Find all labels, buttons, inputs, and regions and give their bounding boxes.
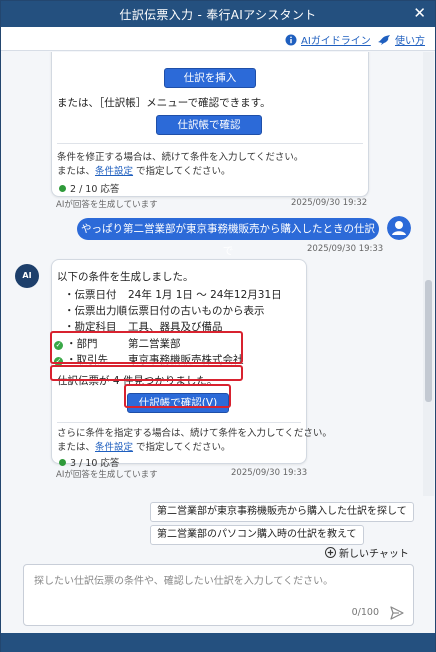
info-icon <box>285 34 297 45</box>
more-hint-text: さらに条件を指定する場合は、続けて条件を入力してください。 <box>57 428 332 439</box>
chat-input-placeholder: 探したい仕訳伝票の条件や、確認したい仕訳を入力してください。 <box>34 576 334 587</box>
new-chat-label: 新しいチャット <box>339 549 409 560</box>
condition-key: 伝票出力順 <box>74 305 128 317</box>
modify-hint-text: 条件を修正する場合は、続けて条件を入力してください。 <box>57 152 304 163</box>
condition-key: 伝票日付 <box>74 289 117 301</box>
insert-journal-button[interactable]: 仕訳を挿入 <box>164 68 256 88</box>
highlight-found-box <box>50 365 243 381</box>
result-intro: 以下の条件を生成しました。 <box>57 271 194 283</box>
condition-value: 伝票日付の古いものから表示 <box>128 305 265 317</box>
bird-icon <box>378 34 390 45</box>
menu-hint-text: または、［仕訳帳］メニューで確認できます。 <box>57 97 271 109</box>
close-icon[interactable]: ✕ <box>413 4 426 22</box>
user-avatar-icon <box>387 216 411 240</box>
title-bar: 仕訳伝票入力 - 奉行AIアシスタント ✕ <box>1 1 435 27</box>
chat-input[interactable]: 探したい仕訳伝票の条件や、確認したい仕訳を入力してください。 0/100 <box>23 564 414 626</box>
highlight-button-box <box>124 384 231 408</box>
condition-suffix: で指定してください。 <box>133 166 231 177</box>
status-dot-icon <box>59 459 66 466</box>
condition-setting-link[interactable]: 条件設定 <box>95 442 133 453</box>
answer-count: 2 / 10 応答 <box>59 181 119 195</box>
suggestion-chip[interactable]: 第二営業部が東京事務機販売から購入した仕訳を探して <box>150 502 414 522</box>
status-dot-icon <box>59 185 66 192</box>
window-title: 仕訳伝票入力 - 奉行AIアシスタント <box>119 8 317 22</box>
user-message-timestamp: 2025/09/30 19:33 <box>307 244 384 254</box>
journal-confirm-button[interactable]: 仕訳帳で確認 <box>156 115 262 135</box>
chat-area: 仕訳を挿入 または、［仕訳帳］メニューで確認できます。 仕訳帳で確認 条件を修正… <box>1 52 435 496</box>
condition-hint: または、条件設定 で指定してください。 <box>57 439 230 453</box>
message-timestamp: 2025/09/30 19:32 <box>291 198 368 208</box>
ai-guideline-label: AIガイドライン <box>301 36 371 47</box>
condition-setting-link[interactable]: 条件設定 <box>95 166 133 177</box>
condition-row: ・伝票出力順 <box>64 305 128 317</box>
howto-label: 使い方 <box>395 36 425 47</box>
send-icon[interactable] <box>390 606 404 620</box>
plus-circle-icon <box>325 547 336 558</box>
suggestion-chip[interactable]: 第二営業部のパソコン購入時の仕訳を教えて <box>150 525 364 545</box>
answer-count-text: 2 / 10 応答 <box>70 184 120 195</box>
new-chat-button[interactable]: 新しいチャット <box>325 545 409 560</box>
ai-message-bubble: 仕訳を挿入 または、［仕訳帳］メニューで確認できます。 仕訳帳で確認 条件を修正… <box>51 52 369 197</box>
highlight-conditions-box <box>50 331 243 364</box>
ai-avatar-icon: AI <box>15 264 39 288</box>
condition-hint: または、条件設定 で指定してください。 <box>57 163 230 177</box>
toolbar: AIガイドライン 使い方 <box>1 27 435 51</box>
condition-value: 24年 1月 1日 ～ 24年12月31日 <box>128 289 282 301</box>
condition-suffix: で指定してください。 <box>133 442 231 453</box>
message-timestamp: 2025/09/30 19:33 <box>231 468 308 478</box>
ai-notice: AIが回答を生成しています <box>56 200 158 210</box>
assistant-window: 仕訳伝票入力 - 奉行AIアシスタント ✕ AIガイドライン 使い方 仕訳を挿入… <box>0 0 436 652</box>
condition-prefix: または、 <box>57 166 96 177</box>
divider <box>57 422 301 423</box>
scrollbar-thumb[interactable] <box>425 280 432 402</box>
condition-row: ・伝票日付 <box>64 289 117 301</box>
char-counter: 0/100 <box>351 607 379 618</box>
ai-guideline-link[interactable]: AIガイドライン <box>285 32 371 47</box>
user-message-bubble: やっぱり第二営業部が東京事務機販売から購入したときの仕訳で <box>77 218 379 257</box>
status-bar <box>1 633 435 652</box>
ai-notice: AIが回答を生成しています <box>56 470 158 480</box>
condition-prefix: または、 <box>57 442 96 453</box>
answer-count: 3 / 10 応答 <box>59 455 119 469</box>
divider <box>57 143 363 144</box>
howto-link[interactable]: 使い方 <box>377 32 425 47</box>
chat-scrollbar[interactable] <box>423 52 434 496</box>
